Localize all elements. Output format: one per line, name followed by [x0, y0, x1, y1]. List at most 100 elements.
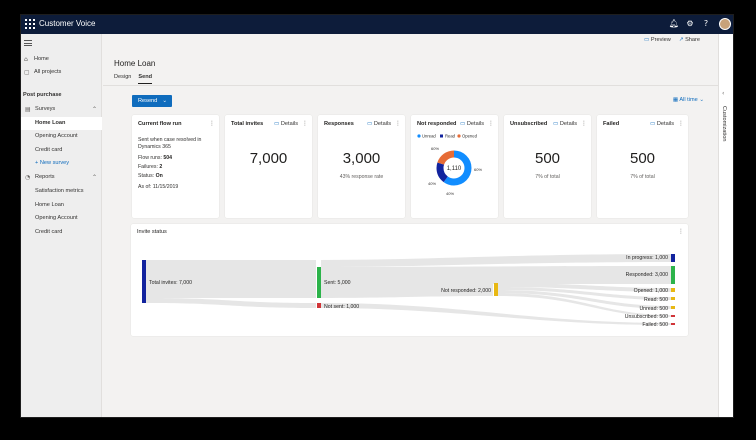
card-title: Failed — [603, 121, 620, 127]
flow-sent-to-responded — [321, 266, 671, 284]
node-in-progress — [671, 254, 675, 262]
node-not-responded — [494, 283, 498, 296]
page-title: Home Loan — [114, 59, 156, 68]
report-item-satisfaction[interactable]: Satisfaction metrics — [21, 185, 102, 198]
chevron-left-icon[interactable]: ‹ — [722, 90, 724, 97]
nav-all-projects[interactable]: ▢ All projects — [21, 66, 102, 79]
tab-bar: Design Send — [114, 74, 153, 84]
more-options-icon[interactable]: ⋮ — [678, 228, 684, 235]
share-label: Share — [685, 37, 700, 43]
card-total-invites: Total invites ▭ Details ⋮ 7,000 — [225, 115, 312, 218]
tab-design[interactable]: Design — [114, 74, 131, 84]
label-not-responded: Not responded: 2,000 — [441, 288, 491, 294]
nav-home[interactable]: ⌂ Home — [21, 53, 102, 66]
resend-button[interactable]: Resend ⌄ — [132, 95, 172, 107]
more-options-icon[interactable]: ⋮ — [209, 120, 215, 127]
label-responded: Responded: 3,000 — [626, 272, 669, 278]
survey-item-opening-account[interactable]: Opening Account — [21, 130, 102, 143]
card-current-flow: Current flow run ⋮ Sent when case resolv… — [132, 115, 219, 218]
command-bar: ▭ Preview ↗ Share — [644, 37, 700, 49]
details-link[interactable]: ▭ Details — [650, 121, 674, 127]
chevron-down-icon: ⌄ — [162, 98, 167, 104]
node-responded — [671, 266, 675, 284]
avatar[interactable] — [719, 18, 731, 30]
top-bar: Customer Voice 🔔︎ ⚙ ? — [21, 15, 733, 34]
label-read: Read: 500 — [644, 297, 668, 303]
pct-label-read: 40% — [428, 181, 436, 186]
more-options-icon[interactable]: ⋮ — [395, 120, 401, 127]
node-total-invites — [142, 260, 146, 303]
header-divider — [103, 85, 720, 86]
failures-label: Failures: — [138, 164, 158, 170]
customization-label: Customization — [721, 106, 727, 142]
tab-send[interactable]: Send — [138, 74, 153, 84]
gear-icon[interactable]: ⚙ — [684, 18, 696, 30]
survey-item-home-loan[interactable]: Home Loan — [21, 117, 102, 130]
donut-center-value: 1,110 — [447, 166, 462, 172]
card-title: Responses — [324, 121, 354, 127]
node-opened — [671, 288, 675, 292]
unsubscribed-value: 500 — [534, 150, 561, 167]
main-content: ▭ Preview ↗ Share Home Loan Design Send … — [103, 34, 720, 417]
new-survey-link[interactable]: + New survey — [21, 157, 102, 170]
legend-unread-swatch — [417, 134, 421, 138]
left-nav: ⌂ Home ▢ All projects Post purchase ▤ Su… — [21, 34, 102, 417]
details-label: Details — [559, 121, 577, 127]
hamburger-icon[interactable] — [24, 40, 32, 46]
survey-item-credit-card[interactable]: Credit card — [21, 144, 102, 157]
help-icon[interactable]: ? — [700, 18, 712, 30]
time-filter[interactable]: ▦ All time ⌄ — [673, 97, 704, 103]
unsubscribed-percent: 7% of total — [535, 174, 560, 180]
flow-total-to-not-sent — [146, 298, 316, 308]
details-link[interactable]: ▭ Details — [367, 121, 391, 127]
details-link[interactable]: ▭ Details — [274, 121, 298, 127]
preview-button[interactable]: ▭ Preview — [644, 37, 671, 49]
details-link[interactable]: ▭ Details — [553, 121, 577, 127]
node-not-sent — [317, 303, 321, 308]
node-unread — [671, 306, 675, 309]
calendar-icon: ▦ — [672, 97, 679, 103]
details-icon: ▭ — [367, 121, 373, 127]
app-launcher-icon[interactable] — [25, 19, 35, 29]
report-item-credit-card[interactable]: Credit card — [21, 226, 102, 239]
legend-read: Read — [445, 134, 456, 139]
flow-description-2: Dynamics 365 — [138, 144, 171, 150]
flow-description: Sent when case resolved in — [138, 137, 202, 143]
details-label: Details — [373, 121, 391, 127]
bell-icon[interactable]: 🔔︎ — [668, 18, 680, 30]
card-unsubscribed: Unsubscribed ▭ Details ⋮ 500 7% of total — [504, 115, 591, 218]
more-options-icon[interactable]: ⋮ — [678, 120, 684, 127]
legend-read-swatch — [440, 134, 443, 138]
projects-icon: ▢ — [24, 69, 30, 76]
status-label: Status: — [138, 173, 155, 179]
label-failed: Failed: 500 — [642, 322, 668, 328]
card-responses: Responses ▭ Details ⋮ 3,000 43% response… — [318, 115, 405, 218]
node-sent — [317, 267, 321, 298]
invite-status-title: Invite status — [137, 229, 167, 235]
flow-runs: Flow runs: 504 — [138, 155, 172, 161]
label-unsubscribed: Unsubscribed: 500 — [625, 314, 668, 320]
share-icon: ↗ — [678, 37, 684, 43]
total-invites-value: 7,000 — [249, 150, 288, 167]
more-options-icon[interactable]: ⋮ — [581, 120, 587, 127]
pct-label-unread: 60% — [474, 167, 482, 172]
report-item-home-loan[interactable]: Home Loan — [21, 199, 102, 212]
reports-group[interactable]: ◔ Reports ⌃ — [21, 171, 102, 184]
label-unread: Unread: 500 — [639, 306, 668, 312]
share-button[interactable]: ↗ Share — [679, 37, 700, 49]
label-opened: Opened: 1,000 — [634, 288, 668, 294]
details-icon: ▭ — [650, 121, 656, 127]
customization-pane[interactable]: ‹ Customization — [718, 34, 733, 417]
details-label: Details — [656, 121, 674, 127]
status-value: On — [155, 173, 163, 179]
resend-label: Resend — [138, 98, 158, 104]
surveys-group[interactable]: ▤ Surveys ⌃ — [21, 103, 102, 116]
flow-to-failed — [321, 303, 671, 325]
label-not-sent: Not sent: 1,000 — [324, 304, 359, 310]
invite-status-sankey: Total invites: 7,000 Sent: 5,000 Not sen… — [142, 254, 675, 328]
survey-icon: ▤ — [25, 106, 31, 113]
report-item-opening-account[interactable]: Opening Account — [21, 212, 102, 225]
flow-runs-value: 504 — [163, 155, 173, 161]
more-options-icon[interactable]: ⋮ — [302, 120, 308, 127]
card-not-responded: Not responded ▭ Details ⋮ Unread Read Op… — [411, 115, 498, 218]
